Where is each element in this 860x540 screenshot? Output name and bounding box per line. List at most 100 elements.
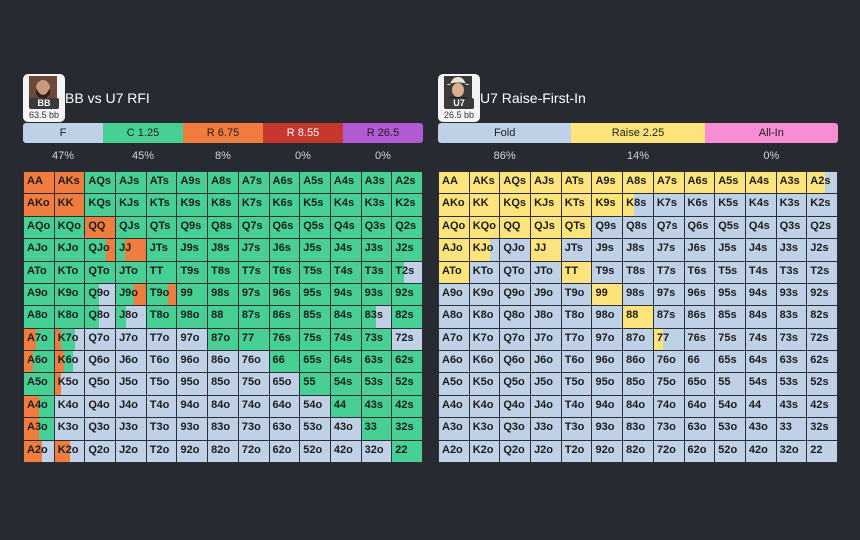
hand-cell[interactable]: Q6s	[684, 216, 715, 239]
hand-cell[interactable]: 74s	[330, 328, 361, 351]
hand-cell[interactable]: T2o	[146, 440, 177, 462]
hand-cell[interactable]: K8s	[623, 194, 653, 216]
hand-cell[interactable]: A2s	[807, 172, 837, 194]
hand-cell[interactable]: 62s	[392, 351, 422, 373]
hand-cell[interactable]: 96s	[269, 283, 300, 306]
hand-cell[interactable]: J9s	[177, 239, 208, 261]
hand-cell[interactable]: J8s	[208, 239, 238, 261]
hand-cell[interactable]: 77	[653, 328, 684, 351]
hand-cell[interactable]: 76o	[238, 351, 269, 373]
hand-cell[interactable]: QTo	[85, 261, 116, 283]
hand-cell[interactable]: T5s	[300, 261, 330, 283]
hand-cell[interactable]: J6o	[531, 351, 561, 373]
hand-cell[interactable]: 72o	[238, 440, 269, 462]
hand-cell[interactable]: TT	[561, 261, 592, 283]
hand-cell[interactable]: A6s	[684, 172, 715, 194]
hand-cell[interactable]: 84s	[330, 306, 361, 328]
hand-cell[interactable]: 66	[269, 351, 300, 373]
action-c-1-25[interactable]: C 1.25	[103, 123, 183, 143]
hand-cell[interactable]: Q9s	[592, 216, 623, 239]
hand-cell[interactable]: AJo	[24, 239, 54, 261]
hand-cell[interactable]: Q7s	[238, 216, 269, 239]
hand-cell[interactable]: 96o	[592, 351, 623, 373]
hand-cell[interactable]: A9s	[177, 172, 208, 194]
hand-cell[interactable]: 53o	[715, 418, 745, 440]
hand-cell[interactable]: J3o	[531, 418, 561, 440]
hand-cell[interactable]: 75s	[300, 328, 330, 351]
hand-cell[interactable]: T8o	[561, 306, 592, 328]
hand-cell[interactable]: 42o	[745, 440, 776, 462]
hand-cell[interactable]: 73s	[776, 328, 807, 351]
hand-cell[interactable]: A4o	[439, 395, 469, 418]
hand-cell[interactable]: 63s	[361, 351, 392, 373]
hand-cell[interactable]: AQs	[500, 172, 531, 194]
hand-cell[interactable]: T7s	[653, 261, 684, 283]
hand-cell[interactable]: 32o	[361, 440, 392, 462]
hand-cell[interactable]: 75o	[238, 373, 269, 395]
hand-cell[interactable]: AJs	[531, 172, 561, 194]
hand-cell[interactable]: 54o	[300, 395, 330, 418]
hand-cell[interactable]: KK	[469, 194, 500, 216]
hand-cell[interactable]: J2o	[116, 440, 146, 462]
hand-cell[interactable]: JTo	[116, 261, 146, 283]
hand-cell[interactable]: KJs	[116, 194, 146, 216]
hand-cell[interactable]: J9o	[531, 283, 561, 306]
hand-cell[interactable]: K3o	[54, 418, 85, 440]
hand-cell[interactable]: K8o	[54, 306, 85, 328]
hand-cell[interactable]: K8o	[469, 306, 500, 328]
hand-cell[interactable]: 87s	[653, 306, 684, 328]
hand-cell[interactable]: A2s	[392, 172, 422, 194]
hand-cell[interactable]: 54s	[745, 373, 776, 395]
hand-cell[interactable]: A4s	[745, 172, 776, 194]
hand-cell[interactable]: J7o	[531, 328, 561, 351]
hand-cell[interactable]: AKs	[54, 172, 85, 194]
hand-cell[interactable]: 76s	[269, 328, 300, 351]
hand-cell[interactable]: T2s	[392, 261, 422, 283]
hand-cell[interactable]: 95s	[300, 283, 330, 306]
hand-cell[interactable]: A9o	[439, 283, 469, 306]
hand-cell[interactable]: A6s	[269, 172, 300, 194]
hand-cell[interactable]: A2o	[24, 440, 54, 462]
hand-cell[interactable]: 98s	[208, 283, 238, 306]
hand-cell[interactable]: 82o	[208, 440, 238, 462]
hand-cell[interactable]: Q3o	[85, 418, 116, 440]
hand-cell[interactable]: K7s	[238, 194, 269, 216]
hand-cell[interactable]: 52o	[300, 440, 330, 462]
hand-cell[interactable]: J8o	[531, 306, 561, 328]
hand-cell[interactable]: 92s	[807, 283, 837, 306]
hand-cell[interactable]: 43s	[776, 395, 807, 418]
hand-cell[interactable]: 33	[776, 418, 807, 440]
hand-cell[interactable]: A5s	[300, 172, 330, 194]
hand-cell[interactable]: 84o	[208, 395, 238, 418]
hand-cell[interactable]: T6o	[561, 351, 592, 373]
hand-cell[interactable]: T3s	[776, 261, 807, 283]
hand-cell[interactable]: 63s	[776, 351, 807, 373]
hand-cell[interactable]: Q7o	[500, 328, 531, 351]
hand-cell[interactable]: A2o	[439, 440, 469, 462]
hand-cell[interactable]: A3s	[776, 172, 807, 194]
hand-cell[interactable]: K6s	[269, 194, 300, 216]
hand-cell[interactable]: J5o	[531, 373, 561, 395]
hand-cell[interactable]: J8o	[116, 306, 146, 328]
hand-cell[interactable]: Q4o	[500, 395, 531, 418]
hand-cell[interactable]: 77	[238, 328, 269, 351]
action-all-in[interactable]: All-In	[704, 123, 838, 143]
hand-cell[interactable]: 88	[208, 306, 238, 328]
hand-cell[interactable]: A6o	[24, 351, 54, 373]
hand-cell[interactable]: JTs	[561, 239, 592, 261]
hand-cell[interactable]: Q8s	[208, 216, 238, 239]
hand-cell[interactable]: K9o	[54, 283, 85, 306]
hand-cell[interactable]: 32s	[392, 418, 422, 440]
hand-cell[interactable]: QJo	[500, 239, 531, 261]
hand-cell[interactable]: T3o	[561, 418, 592, 440]
hand-cell[interactable]: K4s	[745, 194, 776, 216]
hand-cell[interactable]: KQs	[85, 194, 116, 216]
action-f[interactable]: F	[23, 123, 103, 143]
hand-cell[interactable]: AJo	[439, 239, 469, 261]
hand-cell[interactable]: A5s	[715, 172, 745, 194]
hand-cell[interactable]: 42o	[330, 440, 361, 462]
hand-cell[interactable]: KJs	[531, 194, 561, 216]
hand-cell[interactable]: T5o	[146, 373, 177, 395]
hand-cell[interactable]: 73o	[238, 418, 269, 440]
hand-cell[interactable]: QQ	[85, 216, 116, 239]
